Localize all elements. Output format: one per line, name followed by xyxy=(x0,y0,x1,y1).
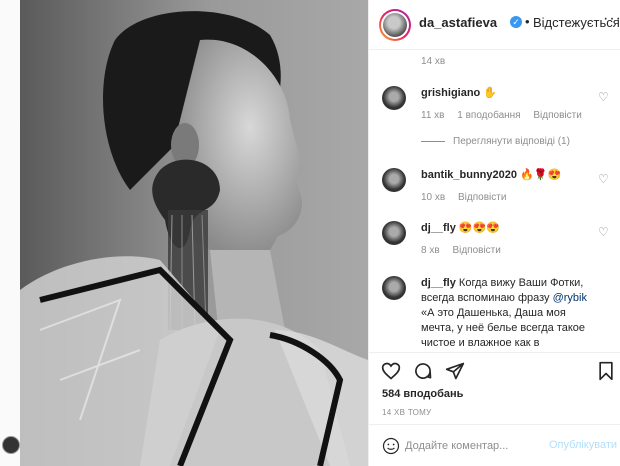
like-comment-heart-icon[interactable]: ♡ xyxy=(598,172,609,186)
comment-body: 😍😍😍 xyxy=(458,222,501,234)
save-bookmark-icon[interactable] xyxy=(597,361,615,381)
comment-body: 🔥🌹😍 xyxy=(520,169,562,181)
comment-text: dj__fly Когда вижу Ваши Фотки, всегда вс… xyxy=(421,276,601,351)
reply-button[interactable]: Відповісти xyxy=(452,245,500,256)
comment-avatar[interactable] xyxy=(382,168,406,192)
left-gutter xyxy=(0,0,20,466)
comment-username[interactable]: dj__fly xyxy=(421,277,456,289)
emoji-icon[interactable] xyxy=(382,437,400,455)
comment-text: bantik_bunny2020 🔥🌹😍 xyxy=(421,168,601,183)
view-replies-link[interactable]: Переглянути відповіді (1) xyxy=(453,136,570,147)
comment-avatar[interactable] xyxy=(382,86,406,110)
comment-username[interactable]: grishigiano xyxy=(421,87,480,99)
comment-body: ✋ xyxy=(483,87,498,99)
post-photo[interactable] xyxy=(20,0,368,466)
comment-mention-link[interactable]: @rybik xyxy=(553,292,587,304)
comment-username[interactable]: bantik_bunny2020 xyxy=(421,169,517,181)
caption-timestamp: 14 хв xyxy=(421,56,446,67)
reply-button[interactable]: Відповісти xyxy=(533,110,581,121)
comment-time[interactable]: 10 хв xyxy=(421,192,445,203)
comment-body-continued: «А это Дашенька, Даша моя мечта, у неё б… xyxy=(421,307,586,349)
like-heart-icon[interactable] xyxy=(381,361,401,381)
comment-username[interactable]: dj__fly xyxy=(421,222,456,234)
publish-button[interactable]: Опублікувати xyxy=(549,439,617,451)
comment-time[interactable]: 11 хв xyxy=(421,110,444,121)
portrait-photo xyxy=(20,0,368,466)
like-comment-heart-icon[interactable]: ♡ xyxy=(598,225,609,239)
verified-badge-icon: ✓ xyxy=(510,16,522,28)
comment-meta: 10 хв Відповісти xyxy=(421,192,516,203)
reply-button[interactable]: Відповісти xyxy=(458,192,506,203)
comment-text: grishigiano ✋ xyxy=(421,86,601,101)
comment-bubble-icon[interactable] xyxy=(413,361,433,381)
comment-likes[interactable]: 1 вподобання xyxy=(457,110,520,121)
likes-count[interactable]: 584 вподобань xyxy=(382,388,463,400)
header-separator: • xyxy=(525,14,530,29)
post-header: da_astafieva ✓ • Відстежується ··· xyxy=(369,0,620,50)
header-avatar[interactable] xyxy=(379,9,411,41)
share-send-icon[interactable] xyxy=(445,361,465,381)
comment-text: dj__fly 😍😍😍 xyxy=(421,221,601,236)
profile-avatar-small[interactable] xyxy=(2,436,20,454)
comment-meta: 8 хв Відповісти xyxy=(421,245,511,256)
post-timestamp[interactable]: 14 ХВ ТОМУ xyxy=(382,408,432,417)
comment-time[interactable]: 8 хв xyxy=(421,245,440,256)
comments-list: 14 хв grishigiano ✋ 11 хв 1 вподобання В… xyxy=(369,50,620,352)
action-bar xyxy=(369,352,620,392)
instagram-post: da_astafieva ✓ • Відстежується ··· 14 хв… xyxy=(0,0,620,466)
comment-avatar[interactable] xyxy=(382,221,406,245)
like-comment-heart-icon[interactable]: ♡ xyxy=(598,90,609,104)
comment-avatar[interactable] xyxy=(382,276,406,300)
comment-meta: 11 хв 1 вподобання Відповісти xyxy=(421,110,592,121)
replies-divider xyxy=(421,141,445,142)
add-comment-input[interactable] xyxy=(405,436,545,456)
more-options-icon[interactable]: ··· xyxy=(603,10,620,28)
post-side-panel: da_astafieva ✓ • Відстежується ··· 14 хв… xyxy=(368,0,620,466)
header-username[interactable]: da_astafieva xyxy=(419,15,497,30)
add-comment-bar: Опублікувати xyxy=(369,424,620,466)
